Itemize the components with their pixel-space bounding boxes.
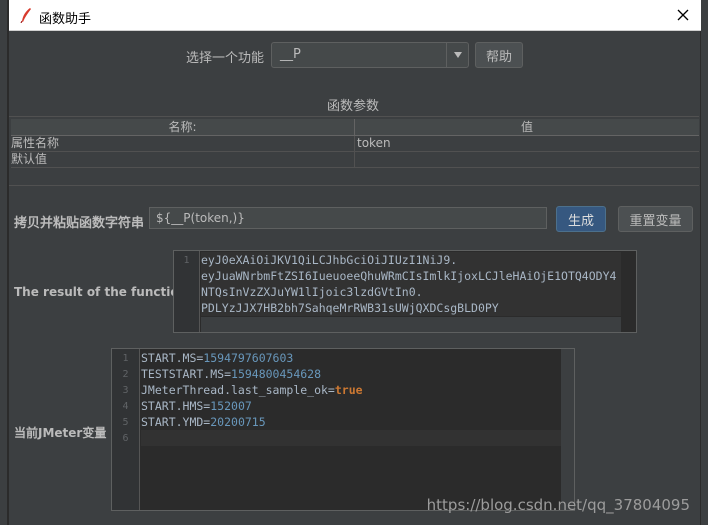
variables-scrollbar[interactable] — [561, 349, 574, 510]
variable-value: 1594797607603 — [203, 351, 294, 365]
variable-line: TESTSTART.MS=1594800454628 — [141, 366, 561, 382]
result-editor[interactable]: 1 eyJ0eXAiOiJKV1QiLCJhbGciOiJIUzI1NiJ9. … — [173, 250, 637, 333]
help-button[interactable]: 帮助 — [475, 42, 523, 68]
host-app-right-strip — [700, 0, 708, 525]
param-name-cell[interactable]: 属性名称 — [11, 136, 355, 152]
variable-line: JMeterThread.last_sample_ok=true — [141, 382, 561, 398]
variable-value: true — [334, 383, 363, 397]
title-bar: 函数助手 — [9, 0, 701, 31]
function-select-value: __P — [280, 47, 301, 62]
variable-line: START.HMS=152007 — [141, 398, 561, 414]
generate-button[interactable]: 生成 — [556, 206, 606, 232]
variable-key: START.YMD= — [141, 415, 211, 429]
variable-key: START.MS= — [141, 351, 204, 365]
params-table-header: 名称: 值 — [11, 119, 699, 136]
watermark-text: https://blog.csdn.net/qq_37804095 — [426, 496, 690, 514]
params-table: 名称: 值 属性名称 token 默认值 — [9, 116, 699, 186]
table-row[interactable]: 默认值 — [11, 152, 699, 168]
dropdown-arrow-icon[interactable] — [446, 43, 468, 67]
line-number: 4 — [122, 401, 129, 412]
variable-key: TESTSTART.MS= — [141, 367, 232, 381]
line-number: 3 — [122, 385, 129, 396]
param-value-cell[interactable]: token — [357, 136, 699, 152]
variables-editor[interactable]: 123456 START.MS=1594797607603 TESTSTART.M… — [111, 348, 575, 511]
column-header-value[interactable]: 值 — [355, 119, 699, 136]
copy-function-string-label: 拷贝并粘贴函数字符串 — [14, 216, 145, 231]
variable-value: 1594800454628 — [231, 367, 322, 381]
variable-value: 20200715 — [210, 415, 266, 429]
result-line: eyJuaWNrbmFtZSI6IueuoeeQhuWRmCIsImlkIjox… — [201, 268, 621, 284]
variable-line: START.MS=1594797607603 — [141, 350, 561, 366]
window-title: 函数助手 — [39, 12, 92, 27]
reset-variables-button[interactable]: 重置变量 — [618, 206, 693, 232]
line-number: 1 — [122, 353, 129, 364]
jmeter-variables-label: 当前JMeter变量 — [14, 426, 107, 440]
variable-key: JMeterThread.last_sample_ok= — [141, 383, 335, 397]
variable-line: START.YMD=20200715 — [141, 414, 561, 430]
function-string-input[interactable]: ${__P(token,)} — [149, 207, 547, 229]
variable-value: 152007 — [210, 399, 252, 413]
variable-key: START.HMS= — [141, 399, 211, 413]
variables-gutter: 1 2 3 4 5 6 — [112, 349, 140, 510]
function-params-title: 函数参数 — [327, 99, 380, 114]
feather-icon — [20, 8, 31, 23]
result-line: PDLYzJJX7HB2bh7SahqeMrRWB31sUWjQXDCsgBLD… — [201, 300, 621, 316]
function-helper-dialog: 函数助手 选择一个功能 __P 帮助 函数参数 名称: 值 属性名称 token… — [8, 0, 701, 525]
function-select[interactable]: __P — [271, 42, 469, 68]
select-function-label: 选择一个功能 — [186, 51, 265, 66]
result-scrollbar-track[interactable] — [201, 317, 621, 332]
line-number: 2 — [122, 369, 129, 380]
column-header-name[interactable]: 名称: — [11, 119, 355, 136]
result-line: NTQsInVzZXJuYW1lIjoic3lzdGVtIn0. — [201, 284, 621, 300]
close-icon — [677, 9, 689, 21]
line-number: 6 — [122, 433, 129, 444]
host-app-left-strip — [0, 0, 8, 525]
table-row[interactable]: 属性名称 token — [11, 136, 699, 152]
close-button[interactable] — [673, 5, 693, 25]
result-gutter: 1 — [174, 251, 200, 332]
line-number: 5 — [122, 417, 129, 428]
result-line: eyJ0eXAiOiJKV1QiLCJhbGciOiJIUzI1NiJ9. — [201, 252, 621, 268]
param-name-cell[interactable]: 默认值 — [11, 152, 355, 168]
variable-line — [141, 430, 561, 446]
param-value-cell[interactable] — [357, 152, 699, 168]
line-number: 1 — [183, 255, 190, 266]
